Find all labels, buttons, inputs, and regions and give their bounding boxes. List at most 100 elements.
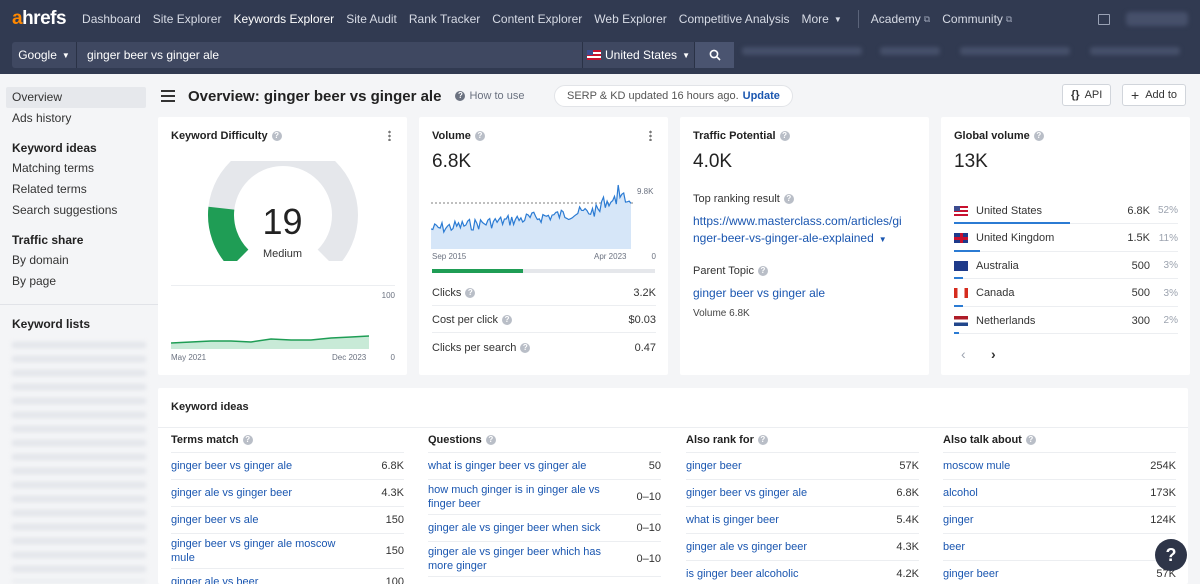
more-options-icon[interactable] [388, 130, 391, 141]
monitor-icon[interactable] [1098, 13, 1110, 25]
country-name: United Kingdom [976, 232, 1055, 244]
nav-site-audit[interactable]: Site Audit [346, 12, 397, 26]
keyword-idea-volume: 150 [385, 514, 404, 526]
add-to-button[interactable]: + Add to [1122, 84, 1186, 106]
help-icon[interactable]: ? [242, 434, 253, 445]
external-link-icon: ⧉ [1005, 13, 1013, 24]
sidebar-item-by-page[interactable]: By page [0, 271, 158, 292]
keyword-idea-link[interactable]: is ginger beer alcoholic [686, 567, 799, 581]
keyword-idea-link[interactable]: ginger ale vs ginger beer [171, 486, 292, 500]
sidebar-item-ads-history[interactable]: Ads history [0, 108, 158, 129]
country-row[interactable]: United Kingdom 1.5K 11% [954, 226, 1178, 252]
country-share-bar [954, 304, 963, 307]
cpc-row: Cost per click? $0.03 [432, 307, 656, 333]
help-icon[interactable]: ? [757, 266, 768, 276]
keyword-idea-link[interactable]: ginger [943, 513, 974, 527]
nav-competitive-analysis[interactable]: Competitive Analysis [679, 12, 790, 26]
sidebar-divider [0, 304, 158, 305]
country-label: United States [605, 48, 678, 62]
keyword-difficulty-card: Keyword Difficulty? 19 Medium 100 May 20… [158, 117, 407, 375]
keyword-idea-link[interactable]: ginger beer vs ale [171, 513, 258, 527]
nav-dashboard[interactable]: Dashboard [82, 12, 141, 26]
search-engine-label: Google [18, 48, 57, 62]
nav-site-explorer[interactable]: Site Explorer [153, 12, 222, 26]
help-button[interactable]: ? [1155, 539, 1187, 571]
keyword-idea-link[interactable]: ginger beer vs ginger ale [686, 486, 807, 500]
help-icon[interactable]: ? [1025, 434, 1036, 445]
keyword-input[interactable]: ginger beer vs ginger ale [76, 42, 582, 68]
nav-academy[interactable]: Academy ⧉ [871, 12, 930, 26]
help-icon[interactable]: ? [783, 194, 794, 204]
keyword-idea-link[interactable]: alcohol [943, 486, 978, 500]
country-row[interactable]: Australia 500 3% [954, 253, 1178, 279]
sidebar-item-search-suggestions[interactable]: Search suggestions [0, 200, 158, 221]
help-icon[interactable]: ? [474, 131, 485, 141]
parent-topic-volume: Volume 6.8K [693, 308, 750, 319]
keyword-idea-link[interactable]: moscow mule [943, 459, 1010, 473]
keyword-idea-link[interactable]: what is ginger beer [686, 513, 779, 527]
help-icon[interactable]: ? [757, 434, 768, 445]
keyword-idea-volume: 100 [385, 576, 404, 584]
parent-topic-link[interactable]: ginger beer vs ginger ale [693, 286, 825, 300]
country-row[interactable]: United States 6.8K 52% [954, 198, 1178, 224]
more-options-icon[interactable] [649, 130, 652, 141]
keyword-idea-link[interactable]: ginger ale vs ginger beer when sick [428, 521, 600, 535]
keyword-idea-link[interactable]: ginger beer vs ginger ale moscow mule [171, 537, 356, 565]
keyword-idea-link[interactable]: ginger ale vs beer [171, 575, 258, 584]
top-ranking-url[interactable]: https://www.masterclass.com/articles/gi n… [693, 213, 921, 248]
keyword-idea-volume: 0–10 [636, 553, 661, 565]
nav-community[interactable]: Community ⧉ [942, 12, 1012, 26]
help-icon[interactable]: ? [465, 287, 476, 298]
keyword-idea-link[interactable]: beer [943, 540, 965, 554]
kd-chart-end: Dec 2023 [332, 353, 367, 362]
help-icon[interactable]: ? [779, 131, 790, 141]
search-engine-select[interactable]: Google ▼ [12, 42, 76, 68]
keyword-idea-link[interactable]: ginger ale vs ginger beer [686, 540, 807, 554]
keyword-idea-volume: 124K [1150, 514, 1176, 526]
nav-rank-tracker[interactable]: Rank Tracker [409, 12, 480, 26]
terms-match-column: Terms match? ginger beer vs ginger ale 6.8… [171, 427, 404, 584]
help-icon[interactable]: ? [1033, 131, 1044, 141]
country-name: United States [976, 204, 1043, 217]
nav-keywords-explorer[interactable]: Keywords Explorer [233, 12, 334, 26]
search-button[interactable] [694, 42, 734, 68]
keyword-idea-link[interactable]: what is ginger beer vs ginger ale [428, 459, 586, 473]
sidebar-item-matching-terms[interactable]: Matching terms [0, 158, 158, 179]
api-button[interactable]: {} API [1062, 84, 1112, 106]
keyword-idea-link[interactable]: ginger beer vs ginger ale [171, 459, 292, 473]
sidebar-item-overview[interactable]: Overview [6, 87, 146, 108]
sidebar-item-related-terms[interactable]: Related terms [0, 179, 158, 200]
column-title: Also rank for [686, 433, 754, 446]
prev-page-icon[interactable]: ‹ [961, 346, 966, 362]
sidebar-heading-keyword-lists: Keyword lists [12, 317, 91, 331]
keyword-idea-link[interactable]: ginger beer [943, 567, 999, 581]
keyword-idea-volume: 4.3K [896, 541, 919, 553]
account-menu-blurred[interactable] [1126, 12, 1188, 26]
help-icon[interactable]: ? [271, 131, 282, 141]
next-page-icon[interactable]: › [991, 346, 996, 362]
kd-history-chart [171, 335, 370, 349]
keyword-idea-link[interactable]: how much ginger is in ginger ale vs fing… [428, 483, 613, 511]
how-to-use-link[interactable]: ? How to use [455, 90, 524, 102]
country-row[interactable]: Netherlands 300 2% [954, 308, 1178, 334]
nav-web-explorer[interactable]: Web Explorer [594, 12, 666, 26]
country-row[interactable]: Canada 500 3% [954, 281, 1178, 307]
blurred-content [1090, 47, 1180, 55]
help-icon[interactable]: ? [520, 343, 531, 353]
country-select[interactable]: United States ▼ [582, 42, 694, 68]
keyword-idea-link[interactable]: ginger beer [686, 459, 742, 473]
nav-content-explorer[interactable]: Content Explorer [492, 12, 582, 26]
help-icon[interactable]: ? [502, 314, 513, 325]
keyword-idea-volume: 150 [385, 545, 404, 557]
help-icon[interactable]: ? [485, 434, 496, 445]
nav-more[interactable]: More ▼ [802, 12, 842, 26]
update-button[interactable]: Update [743, 90, 780, 102]
sidebar-item-by-domain[interactable]: By domain [0, 250, 158, 271]
also-rank-for-column: Also rank for? ginger beer 57K ginger beer … [686, 427, 919, 584]
ahrefs-logo[interactable]: ahrefs [12, 8, 67, 30]
clicks-label: Clicks [432, 286, 462, 299]
keyword-idea-row: what is ginger beer vs ginger ale 50 [428, 453, 661, 480]
keyword-idea-link[interactable]: ginger ale vs ginger beer which has more… [428, 545, 613, 573]
top-ranking-text: Top ranking result [693, 193, 780, 205]
menu-icon[interactable] [161, 90, 175, 102]
